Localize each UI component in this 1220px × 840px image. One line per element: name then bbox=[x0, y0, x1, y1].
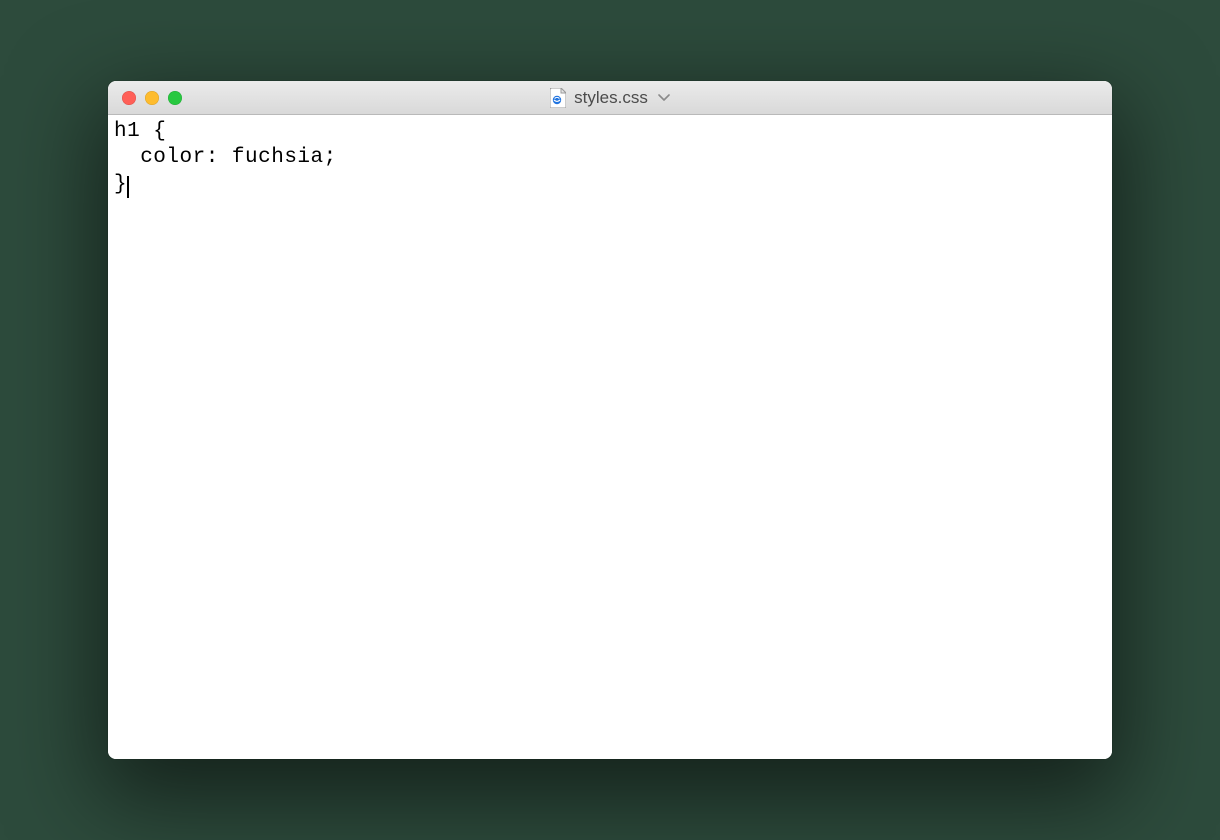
text-cursor bbox=[127, 176, 129, 198]
traffic-lights bbox=[108, 91, 182, 105]
window-title-area[interactable]: styles.css bbox=[108, 88, 1112, 108]
text-editor-area[interactable]: h1 { color: fuchsia; } bbox=[108, 115, 1112, 759]
code-line: color: fuchsia; bbox=[114, 146, 337, 169]
window-title: styles.css bbox=[574, 88, 648, 108]
window-titlebar[interactable]: styles.css bbox=[108, 81, 1112, 115]
zoom-button[interactable] bbox=[168, 91, 182, 105]
chevron-down-icon[interactable] bbox=[658, 90, 670, 105]
minimize-button[interactable] bbox=[145, 91, 159, 105]
close-button[interactable] bbox=[122, 91, 136, 105]
code-line: } bbox=[114, 173, 127, 196]
code-line: h1 { bbox=[114, 120, 166, 143]
css-file-icon bbox=[550, 88, 566, 108]
editor-window: styles.css h1 { color: fuchsia; } bbox=[108, 81, 1112, 759]
